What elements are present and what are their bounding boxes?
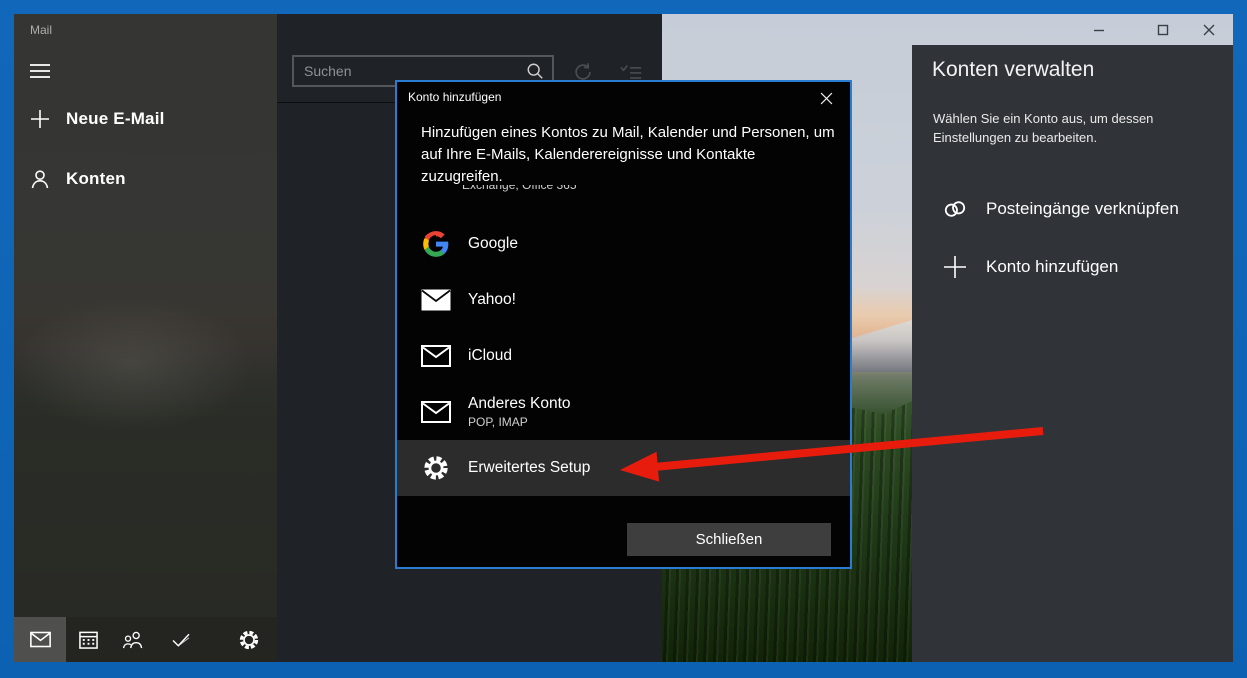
linked-rings-icon — [942, 196, 968, 222]
panel-title: Konten verwalten — [932, 58, 1094, 82]
minimize-button[interactable] — [1076, 14, 1122, 45]
dialog-close-action-button[interactable]: Schließen — [627, 523, 831, 556]
minimize-icon — [1093, 24, 1105, 36]
add-account-dialog: Konto hinzufügen Hinzufügen eines Kontos… — [395, 80, 852, 569]
account-option-yahoo[interactable]: Yahoo! — [397, 272, 850, 328]
clipped-exchange-subtitle: Exchange, Office 365 — [462, 185, 662, 192]
people-icon — [122, 631, 144, 649]
account-option-label: Erweitertes Setup — [468, 459, 590, 477]
nav-people-button[interactable] — [114, 617, 152, 662]
account-option-label: iCloud — [468, 347, 512, 365]
search-icon[interactable] — [526, 62, 544, 80]
plus-icon — [30, 109, 50, 129]
dialog-title: Konto hinzufügen — [408, 90, 501, 104]
new-email-label: Neue E-Mail — [66, 109, 165, 129]
add-account-item[interactable]: Konto hinzufügen — [912, 245, 1233, 289]
account-option-label: Google — [468, 235, 518, 253]
window-content: Mail Neue E-Mail Konten — [14, 14, 1233, 662]
account-option-label: Yahoo! — [468, 291, 516, 309]
account-option-label: Anderes Konto — [468, 395, 571, 413]
todo-check-icon — [171, 632, 191, 648]
close-button[interactable] — [1186, 14, 1232, 45]
nav-calendar-button[interactable] — [70, 617, 106, 662]
person-icon — [30, 169, 50, 189]
calendar-icon — [79, 630, 98, 649]
link-inboxes-item[interactable]: Posteingänge verknüpfen — [912, 187, 1233, 231]
sidebar-photo-hint — [14, 284, 277, 464]
close-icon — [820, 92, 833, 105]
accounts-label: Konten — [66, 169, 126, 189]
maximize-button[interactable] — [1140, 14, 1186, 45]
close-icon — [1203, 24, 1215, 36]
google-logo-icon — [421, 229, 451, 259]
bottom-nav — [14, 617, 277, 662]
link-inboxes-label: Posteingänge verknüpfen — [986, 199, 1179, 219]
envelope-filled-icon — [421, 285, 451, 315]
dialog-description: Hinzufügen eines Kontos zu Mail, Kalende… — [421, 122, 839, 188]
envelope-outline-icon — [421, 397, 451, 427]
sidebar: Mail Neue E-Mail Konten — [14, 14, 277, 662]
settings-gear-icon — [239, 630, 259, 650]
account-option-subtitle: POP, IMAP — [468, 415, 571, 429]
nav-todo-button[interactable] — [162, 617, 200, 662]
sidebar-item-accounts[interactable]: Konten — [30, 169, 126, 189]
nav-mail-button[interactable] — [14, 617, 66, 662]
account-option-google[interactable]: Google — [397, 216, 850, 272]
search-input[interactable] — [294, 63, 526, 79]
maximize-icon — [1157, 24, 1169, 36]
sidebar-item-new-email[interactable]: Neue E-Mail — [30, 109, 165, 129]
account-option-other[interactable]: Anderes Konto POP, IMAP — [397, 384, 850, 440]
mail-icon — [30, 631, 51, 648]
mail-app-window: Mail Neue E-Mail Konten — [0, 0, 1247, 678]
manage-accounts-panel: Konten verwalten Wählen Sie ein Konto au… — [912, 45, 1233, 662]
add-account-label: Konto hinzufügen — [986, 257, 1118, 277]
account-option-icloud[interactable]: iCloud — [397, 328, 850, 384]
plus-icon — [942, 254, 968, 280]
gear-icon — [421, 453, 451, 483]
envelope-outline-icon — [421, 341, 451, 371]
account-option-advanced-setup[interactable]: Erweitertes Setup — [397, 440, 850, 496]
clipped-exchange-item[interactable]: Exchange, Office 365 — [462, 185, 662, 196]
panel-description: Wählen Sie ein Konto aus, um dessen Eins… — [933, 109, 1191, 147]
hamburger-menu-icon[interactable] — [30, 64, 50, 78]
app-title: Mail — [30, 23, 52, 37]
nav-settings-button[interactable] — [230, 617, 268, 662]
dialog-close-button[interactable] — [815, 87, 837, 109]
